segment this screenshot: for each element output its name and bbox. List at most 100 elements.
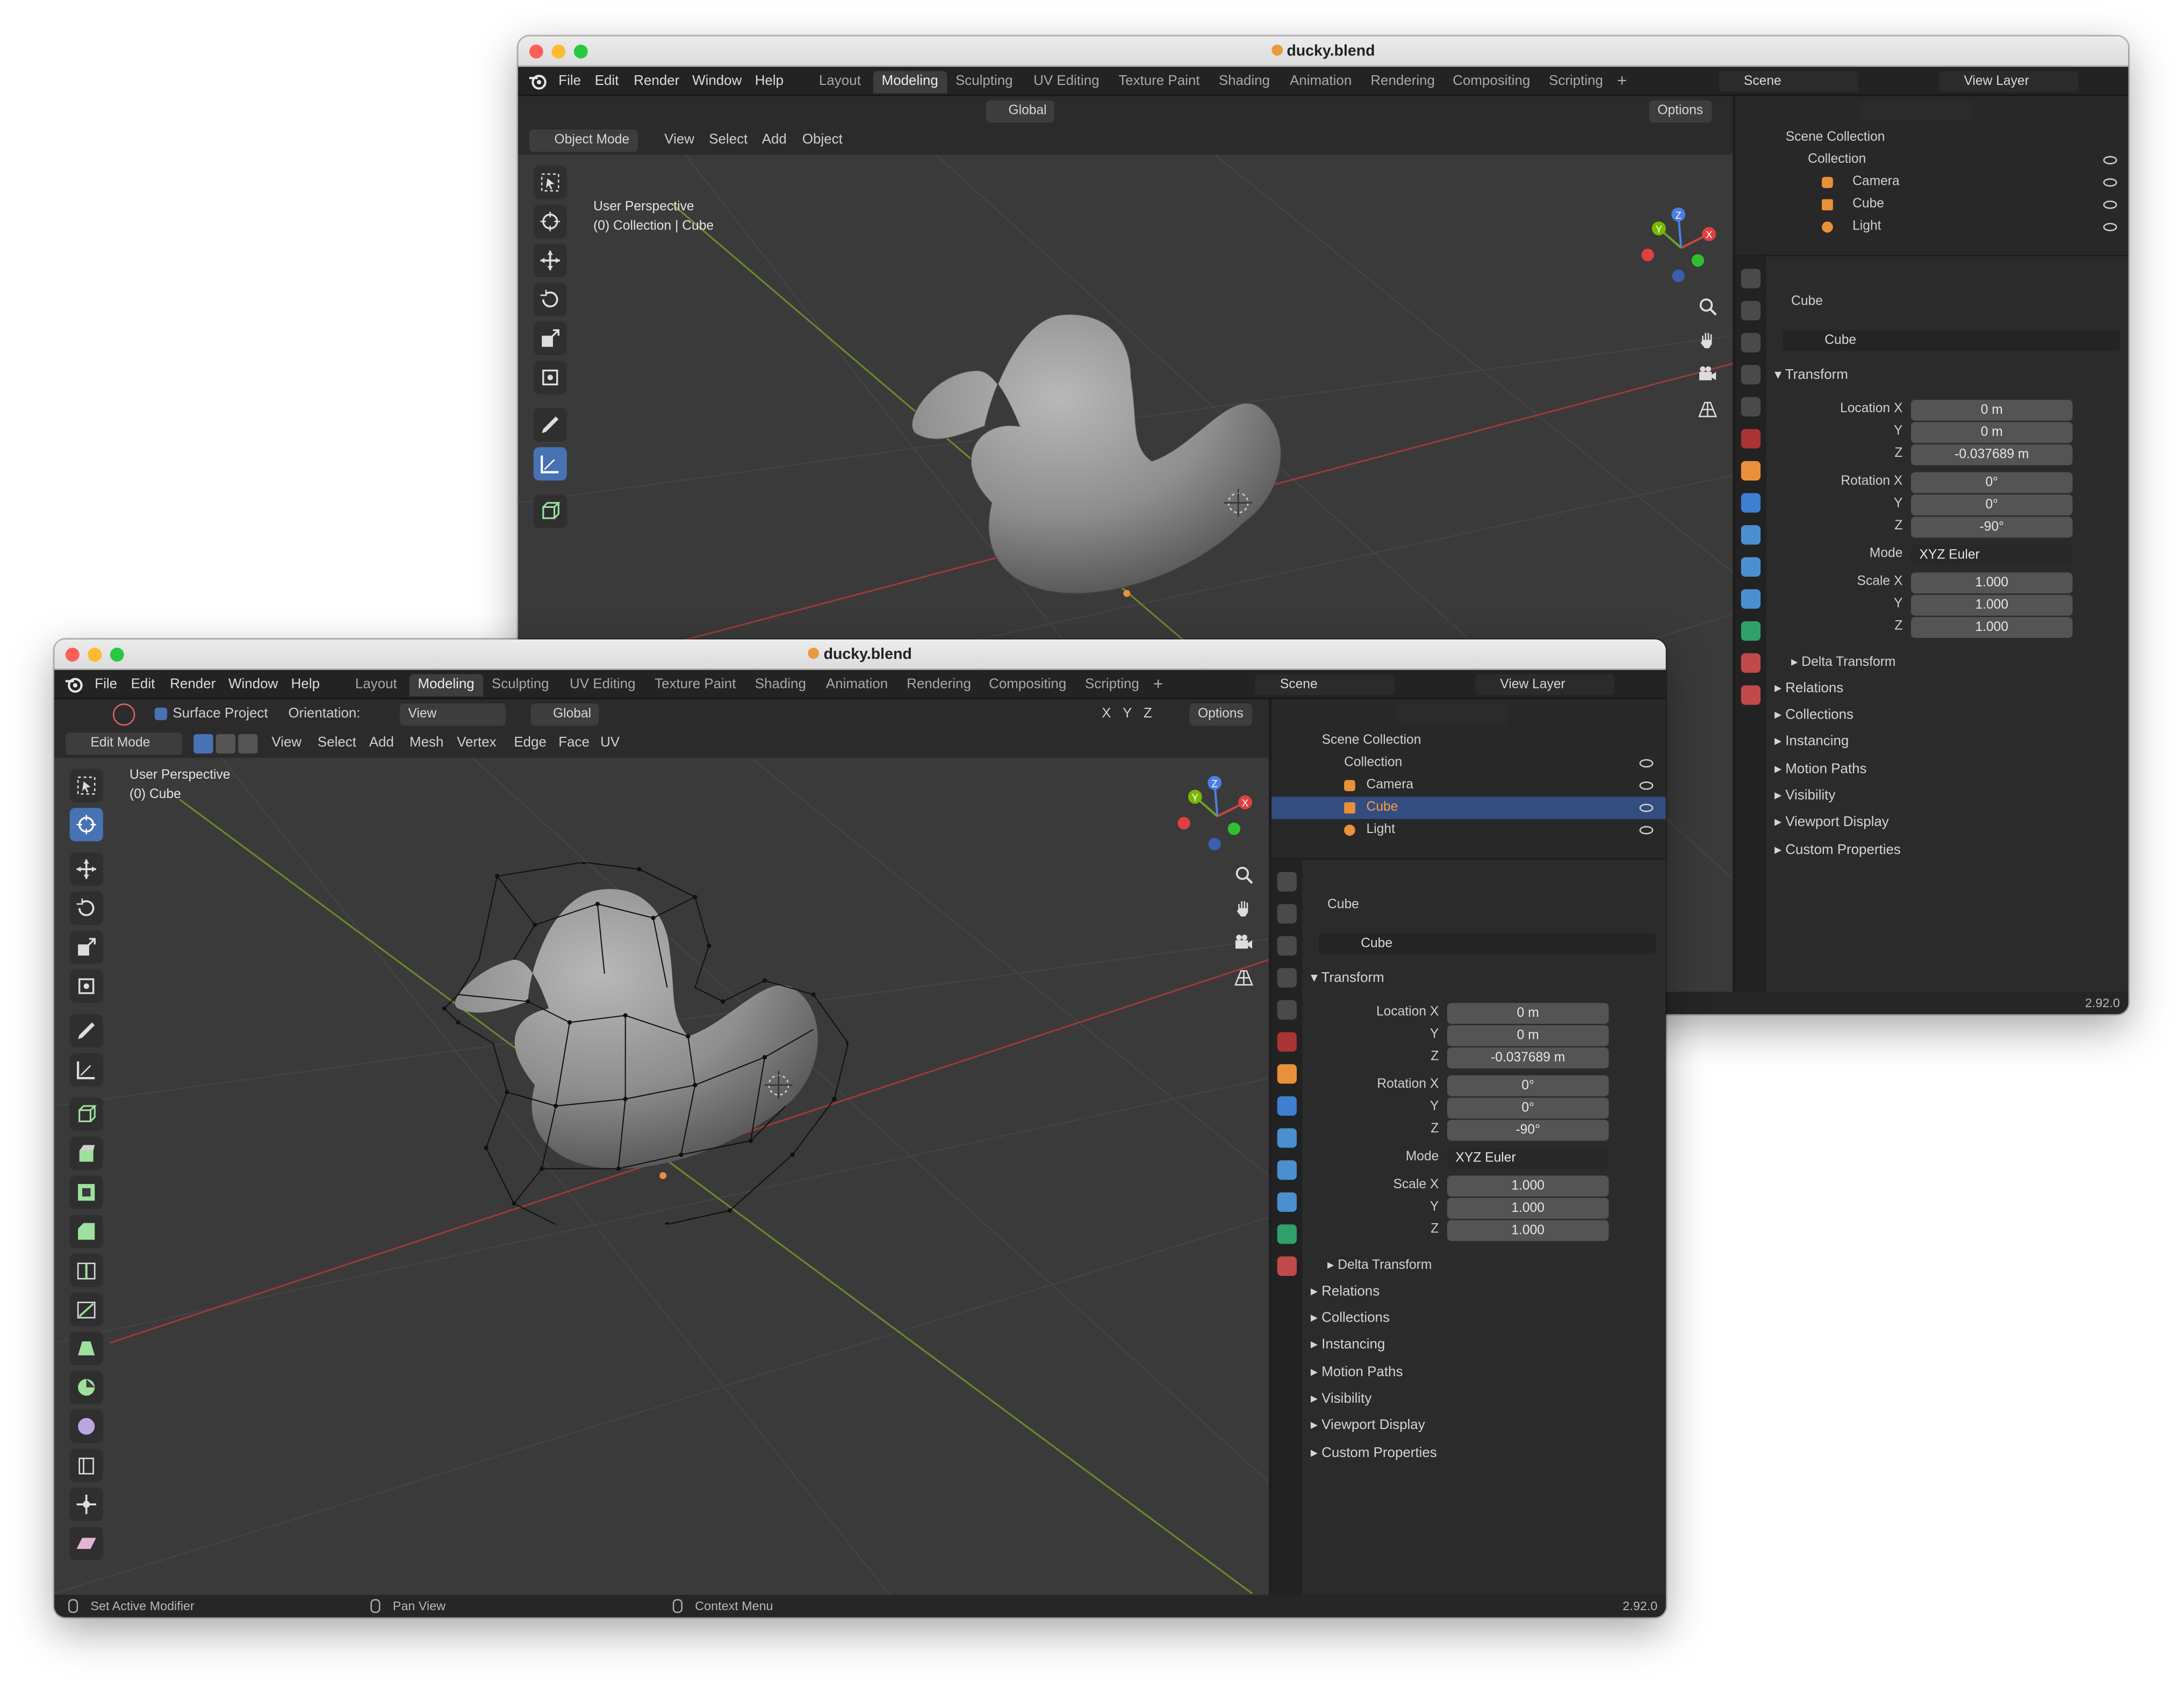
view-layer-tab-icon[interactable] — [1741, 365, 1761, 385]
blender-logo-icon[interactable] — [64, 676, 83, 694]
duck-edit-mesh[interactable] — [430, 862, 849, 1225]
viewport-display-panel[interactable]: ▸ Viewport Display — [1311, 1418, 1425, 1433]
extrude-icon[interactable] — [69, 1136, 103, 1171]
output-tab-icon[interactable] — [1277, 936, 1297, 956]
eye-icon[interactable] — [2103, 178, 2117, 187]
outliner-camera-row[interactable]: Camera — [1271, 774, 1665, 796]
viewport-display-panel[interactable]: ▸ Viewport Display — [1775, 815, 1889, 830]
mirror-z-toggle[interactable]: Z — [1144, 706, 1152, 722]
texture-tab-icon[interactable] — [1741, 685, 1761, 705]
header-menu-add[interactable]: Add — [762, 132, 787, 148]
output-tab-icon[interactable] — [1741, 333, 1761, 353]
transform-icon[interactable] — [533, 361, 567, 394]
tab-modeling[interactable]: Modeling — [873, 71, 947, 94]
close-window-button[interactable] — [529, 44, 543, 59]
tab-rendering[interactable]: Rendering — [899, 674, 980, 696]
zoom-icon[interactable] — [1695, 294, 1720, 319]
measure-icon[interactable] — [533, 447, 567, 481]
loop-cut-icon[interactable] — [69, 1253, 103, 1287]
data-tab-icon[interactable] — [1277, 1224, 1297, 1244]
outliner-scene-collection-row[interactable]: Scene Collection — [1271, 730, 1665, 752]
mode-dropdown[interactable]: Object Mode — [529, 130, 638, 152]
outliner-search[interactable] — [1860, 100, 1972, 121]
transform-orientation-dropdown[interactable]: Global — [530, 703, 600, 726]
menu-window[interactable]: Window — [228, 677, 278, 693]
zoom-icon[interactable] — [1231, 862, 1256, 887]
minimize-window-button[interactable] — [551, 44, 566, 59]
outliner-collection-row[interactable]: Collection — [1271, 752, 1665, 774]
close-window-button[interactable] — [65, 648, 80, 662]
eye-icon[interactable] — [2103, 222, 2117, 232]
render-tab-icon[interactable] — [1277, 904, 1297, 924]
edge-select-icon[interactable] — [215, 734, 236, 754]
rotation-y-field[interactable]: 0° — [1447, 1097, 1609, 1119]
tab-scripting[interactable]: Scripting — [1541, 71, 1612, 93]
location-z-field[interactable]: -0.037689 m — [1447, 1047, 1609, 1068]
collections-panel[interactable]: ▸ Collections — [1775, 708, 1853, 723]
tab-shading[interactable]: Shading — [746, 674, 814, 696]
view-layer-tab-icon[interactable] — [1277, 968, 1297, 988]
header-menu-select[interactable]: Select — [709, 132, 748, 148]
particles-tab-icon[interactable] — [1277, 1128, 1297, 1148]
rotate-icon[interactable] — [533, 283, 567, 317]
particles-tab-icon[interactable] — [1741, 525, 1761, 545]
duck-model[interactable] — [894, 294, 1298, 628]
options-dropdown[interactable]: Options — [1649, 100, 1712, 123]
modifier-tab-icon[interactable] — [1741, 493, 1761, 513]
view-layer-field[interactable]: View Layer — [1938, 71, 2078, 92]
annotate-icon[interactable] — [533, 408, 567, 442]
tab-sculpting[interactable]: Sculpting — [483, 674, 557, 696]
shrink-icon[interactable] — [69, 1488, 103, 1521]
bevel-icon[interactable] — [69, 1215, 103, 1248]
smooth-icon[interactable] — [69, 1409, 103, 1444]
rotation-z-field[interactable]: -90° — [1910, 516, 2073, 538]
mirror-x-toggle[interactable]: X — [1102, 706, 1111, 722]
grid-icon[interactable] — [1695, 397, 1720, 422]
location-z-field[interactable]: -0.037689 m — [1910, 444, 2073, 465]
orientation-dropdown[interactable]: View — [399, 703, 506, 726]
tab-layout[interactable]: Layout — [347, 674, 405, 696]
knife-icon[interactable] — [69, 1293, 103, 1326]
object-data-name-field[interactable]: Cube — [1783, 330, 2120, 351]
tab-texture-paint[interactable]: Texture Paint — [646, 674, 744, 696]
menu-render[interactable]: Render — [634, 74, 679, 89]
delta-transform-subpanel[interactable]: ▸ Delta Transform — [1791, 655, 1895, 670]
header-menu-edge[interactable]: Edge — [514, 735, 547, 751]
options-dropdown[interactable]: Options — [1189, 703, 1252, 726]
location-y-field[interactable]: 0 m — [1447, 1025, 1609, 1046]
menu-edit[interactable]: Edit — [131, 677, 155, 693]
menu-help[interactable]: Help — [291, 677, 320, 693]
scene-tab-icon[interactable] — [1741, 397, 1761, 417]
face-select-icon[interactable] — [238, 734, 258, 754]
zoom-window-button[interactable] — [110, 648, 124, 662]
material-tab-icon[interactable] — [1277, 1256, 1297, 1276]
vertex-select-icon[interactable] — [193, 734, 213, 754]
physics-tab-icon[interactable] — [1741, 557, 1761, 577]
rotation-x-field[interactable]: 0° — [1447, 1075, 1609, 1096]
scale-z-field[interactable]: 1.000 — [1447, 1220, 1609, 1241]
edge-slide-icon[interactable] — [69, 1448, 103, 1482]
instancing-panel[interactable]: ▸ Instancing — [1311, 1337, 1385, 1353]
rotation-x-field[interactable]: 0° — [1910, 472, 2073, 493]
minimize-window-button[interactable] — [88, 648, 102, 662]
menu-edit[interactable]: Edit — [595, 74, 619, 89]
grid-icon[interactable] — [1231, 965, 1256, 990]
tab-modeling[interactable]: Modeling — [409, 674, 483, 697]
scale-x-field[interactable]: 1.000 — [1910, 572, 2073, 594]
rotation-mode-dropdown[interactable]: XYZ Euler — [1910, 544, 2073, 566]
scene-field[interactable]: Scene — [1255, 674, 1395, 695]
tab-sculpting[interactable]: Sculpting — [947, 71, 1021, 93]
move-icon[interactable] — [533, 243, 567, 277]
transform-panel-header[interactable]: ▾ Transform — [1775, 368, 1848, 383]
scene-field[interactable]: Scene — [1719, 71, 1858, 92]
poly-build-icon[interactable] — [69, 1331, 103, 1365]
front-3d-viewport[interactable]: User Perspective (0) Cube X Z Y — [54, 757, 1269, 1595]
tab-uv-editing[interactable]: UV Editing — [561, 674, 644, 696]
menu-help[interactable]: Help — [755, 74, 784, 89]
modifier-tab-icon[interactable] — [1277, 1096, 1297, 1116]
scale-y-field[interactable]: 1.000 — [1910, 594, 2073, 616]
object-tab-icon[interactable] — [1277, 1064, 1297, 1084]
location-y-field[interactable]: 0 m — [1910, 422, 2073, 443]
scene-tab-icon[interactable] — [1277, 1000, 1297, 1020]
visibility-panel[interactable]: ▸ Visibility — [1775, 788, 1835, 804]
